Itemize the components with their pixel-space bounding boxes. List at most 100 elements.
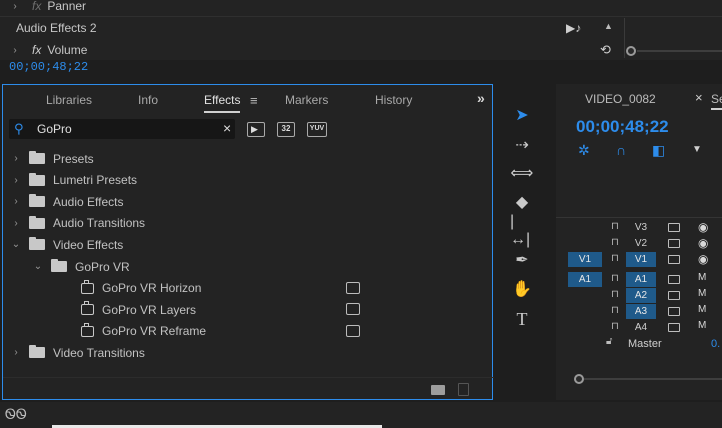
creative-cloud-icon[interactable]: ᏫᏫ [5,406,27,423]
track-name[interactable]: V1 [626,252,656,267]
panel-menu-icon[interactable]: ≡ [250,93,258,108]
panner-row[interactable]: › fx Panner [0,0,722,16]
track-header[interactable]: ⊓ A4 M [556,320,722,335]
new-folder-icon[interactable] [431,385,445,395]
clear-icon[interactable]: × [223,120,231,136]
track-select-tool-icon[interactable]: ⇢ [510,134,534,156]
zoom-slider-track[interactable] [637,50,722,52]
trash-icon[interactable] [458,383,469,396]
mute-button[interactable]: M [698,272,706,283]
mute-button[interactable]: M [698,288,706,299]
chevron-right-icon[interactable]: › [9,347,23,358]
sync-lock-icon[interactable] [668,275,680,284]
slip-tool-icon[interactable]: |↔| [510,213,534,248]
lock-icon[interactable]: ⊓ [611,321,619,332]
eye-icon[interactable]: ◉ [698,236,708,250]
type-tool-icon[interactable]: T [510,308,534,330]
chevron-right-icon[interactable]: › [8,45,22,56]
playhead-timecode[interactable]: 00;00;48;22 [9,60,88,74]
track-header[interactable]: ⊓ V3 ◉ [556,220,722,235]
chevron-right-icon[interactable]: › [9,175,23,186]
timeline-timecode[interactable]: 00;00;48;22 [576,117,669,137]
track-name[interactable]: A3 [626,304,656,319]
tab-effects[interactable]: Effects [204,93,241,113]
track-name[interactable]: A1 [626,272,656,287]
zoom-slider-handle[interactable] [626,46,636,56]
add-marker-icon[interactable]: ◧ [652,142,665,159]
track-header[interactable]: ⊓ V2 ◉ [556,236,722,251]
marker-icon[interactable]: ▼ [692,144,702,155]
chevron-right-icon[interactable]: › [9,153,23,164]
lock-icon[interactable]: ⊓ [611,289,619,300]
chevron-down-icon[interactable]: ⌄ [9,239,23,250]
selection-tool-icon[interactable]: ➤ [510,104,534,126]
mute-button[interactable]: M [698,320,706,331]
sequence-tab[interactable]: VIDEO_0082 [585,92,656,106]
tree-item[interactable]: GoPro VR Layers [81,299,511,320]
tree-item[interactable]: › Audio Effects [9,191,483,212]
overflow-icon[interactable]: » [477,90,485,106]
track-name[interactable]: A2 [626,288,656,303]
32bit-icon[interactable]: 32 [277,122,295,137]
linked-selection-icon[interactable]: ∩ [616,142,626,158]
tab-libraries[interactable]: Libraries [46,93,92,107]
tree-item[interactable]: › Presets [9,148,483,169]
track-name[interactable]: A4 [626,320,656,335]
tree-item[interactable]: ⌄ GoPro VR [31,256,483,277]
sync-lock-icon[interactable] [668,223,680,232]
sync-lock-icon[interactable] [668,323,680,332]
tab-info[interactable]: Info [138,93,158,107]
audio-effects-row[interactable]: Audio Effects 2 ▶♪ ▲ [0,18,722,38]
mute-button[interactable]: M [698,304,706,315]
lock-icon[interactable]: ⊓ [611,305,619,316]
sync-lock-icon[interactable] [668,307,680,316]
track-header[interactable]: A1 ⊓ A1 M [556,272,722,287]
sync-lock-icon[interactable] [668,255,680,264]
volume-row[interactable]: › fx Volume ⟲ [0,40,722,60]
lock-icon[interactable]: ⊓ [611,237,619,248]
master-lock-icon[interactable]: 🔓︎ [606,336,612,347]
next-sequence-tab[interactable]: Se [711,92,722,106]
tree-item[interactable]: GoPro VR Reframe [81,321,511,342]
track-header[interactable]: V1 ⊓ V1 ◉ [556,252,722,267]
hand-tool-icon[interactable]: ✋ [510,278,534,300]
track-name[interactable]: V3 [626,220,656,235]
track-header[interactable]: ⊓ A3 M [556,304,722,319]
source-patch[interactable]: V1 [568,252,602,267]
reset-icon[interactable]: ⟲ [600,42,611,58]
track-header[interactable]: ⊓ A2 M [556,288,722,303]
eye-icon[interactable]: ◉ [698,252,708,266]
timeline-zoom-track[interactable] [584,378,722,380]
chevron-right-icon[interactable]: › [8,1,22,12]
chevron-down-icon[interactable]: ⌄ [31,261,45,272]
tree-item[interactable]: › Audio Transitions [9,213,483,234]
track-name[interactable]: V2 [626,236,656,251]
search-input[interactable]: GoPro [37,122,72,136]
search-field[interactable]: ⚲ GoPro × [9,119,235,139]
source-patch[interactable]: A1 [568,272,602,287]
tree-item[interactable]: GoPro VR Horizon [81,278,511,299]
master-value[interactable]: 0. [711,338,720,350]
close-tab-icon[interactable]: × [695,90,703,105]
chevron-right-icon[interactable]: › [9,196,23,207]
tree-item[interactable]: › Video Transitions [9,342,483,363]
tree-item[interactable]: › Lumetri Presets [9,170,483,191]
chevron-right-icon[interactable]: › [9,218,23,229]
sync-lock-icon[interactable] [668,291,680,300]
accelerated-effects-icon[interactable]: ▶ [247,122,265,137]
sync-lock-icon[interactable] [668,239,680,248]
lock-icon[interactable]: ⊓ [611,253,619,264]
lock-icon[interactable]: ⊓ [611,273,619,284]
eye-icon[interactable]: ◉ [698,220,708,234]
tree-item[interactable]: ⌄ Video Effects [9,234,483,255]
snap-icon[interactable]: ✲ [578,142,590,159]
tab-history[interactable]: History [375,93,412,107]
collapse-icon[interactable]: ▲ [604,21,613,31]
pen-tool-icon[interactable]: ✒ [510,249,534,271]
ripple-edit-tool-icon[interactable]: ⟺ [510,162,534,184]
razor-tool-icon[interactable]: ◆ [510,191,534,213]
timeline-zoom-handle[interactable] [574,374,584,384]
tab-markers[interactable]: Markers [285,93,328,107]
play-audio-icon[interactable]: ▶♪ [566,21,581,35]
lock-icon[interactable]: ⊓ [611,221,619,232]
